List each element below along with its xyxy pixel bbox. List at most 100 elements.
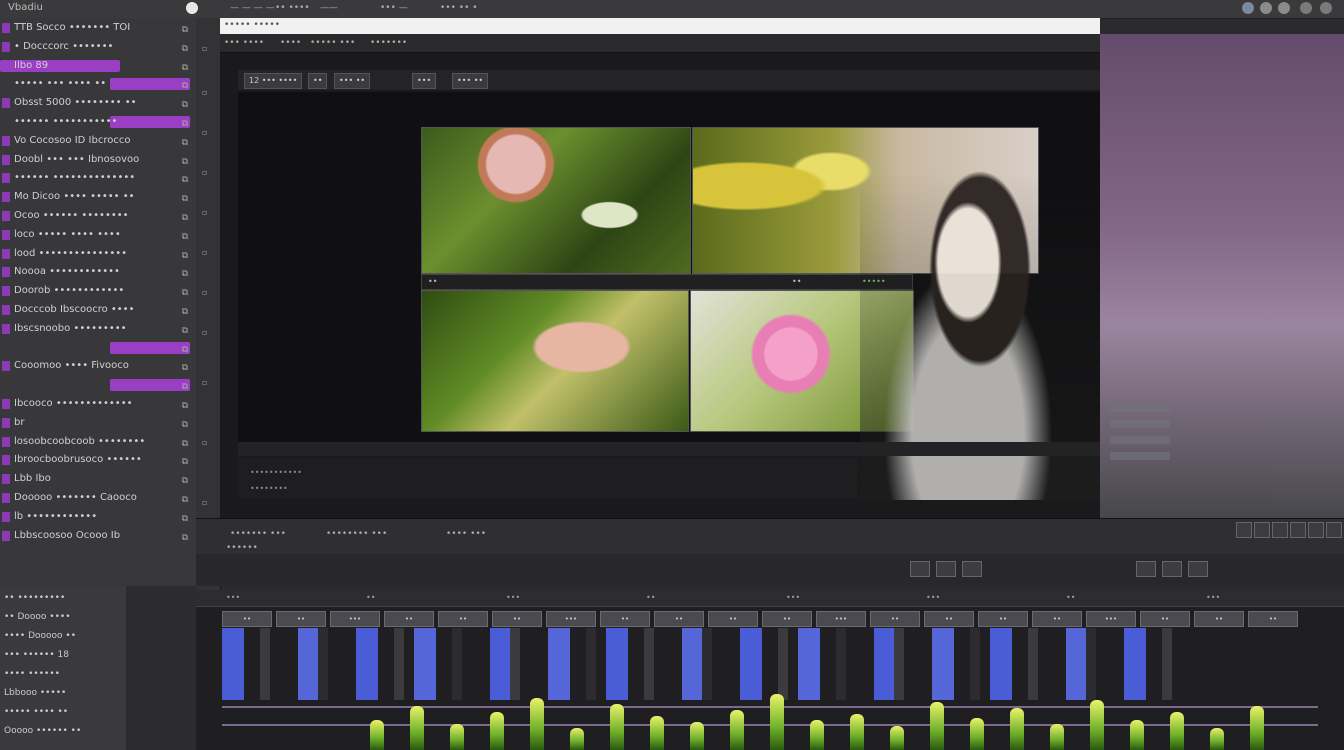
tool-button[interactable]: ••• •• — [334, 73, 371, 89]
property-row[interactable]: •••••• •••••••••••••• ⧉ — [0, 170, 192, 186]
video-track-segment[interactable] — [318, 628, 328, 700]
property-row[interactable]: • Docccorc ••••••• ⧉ — [0, 39, 192, 55]
row-option-icon[interactable]: ⧉ — [182, 210, 188, 224]
timeline-clip[interactable]: ••• — [546, 611, 596, 627]
window-control-icon[interactable] — [1242, 2, 1254, 14]
marker-button[interactable] — [962, 561, 982, 577]
row-option-icon[interactable]: ⧉ — [182, 41, 188, 55]
timeline-clip[interactable]: •• — [384, 611, 434, 627]
video-track-segment[interactable] — [932, 628, 954, 700]
row-option-icon[interactable]: ⧉ — [182, 323, 188, 337]
tool-icon[interactable] — [1308, 522, 1324, 538]
row-option-icon[interactable]: ⧉ — [182, 417, 188, 431]
timeline-clip[interactable]: ••• — [1086, 611, 1136, 627]
property-row[interactable]: ⧉ — [0, 377, 192, 393]
video-track-segment[interactable] — [260, 628, 270, 700]
property-value-bar[interactable] — [110, 341, 190, 354]
tool-button[interactable]: •• — [308, 73, 328, 89]
row-option-icon[interactable]: ⧉ — [182, 229, 188, 243]
zoom-button[interactable] — [1136, 561, 1156, 577]
tool-icon[interactable] — [1254, 522, 1270, 538]
timeline-clip[interactable]: •• — [924, 611, 974, 627]
zoom-button[interactable] — [1162, 561, 1182, 577]
video-track-segment[interactable] — [894, 628, 904, 700]
track-header-row[interactable]: Ooooo •••••• •• — [0, 723, 128, 739]
row-option-icon[interactable]: ⧉ — [182, 154, 188, 168]
row-option-icon[interactable]: ⧉ — [182, 342, 188, 356]
track-header-row[interactable]: ••• •••••• 18 — [0, 647, 128, 663]
video-track-segment[interactable] — [298, 628, 320, 700]
tool-button[interactable]: 12 ••• •••• — [244, 73, 303, 89]
timeline-clip[interactable]: •• — [276, 611, 326, 627]
play-button[interactable] — [910, 561, 930, 577]
zoom-button[interactable] — [1188, 561, 1208, 577]
timeline-clip[interactable]: •• — [1032, 611, 1082, 627]
timeline-clip[interactable]: •• — [600, 611, 650, 627]
video-track-segment[interactable] — [1028, 628, 1038, 700]
menu-item-3[interactable]: —— — [320, 3, 338, 13]
video-track-segment[interactable] — [452, 628, 462, 700]
timeline-clip[interactable]: •• — [654, 611, 704, 627]
video-track-segment[interactable] — [682, 628, 704, 700]
window-control-icon[interactable] — [1260, 2, 1272, 14]
timeline-clip[interactable]: •• — [762, 611, 812, 627]
video-track-segment[interactable] — [836, 628, 846, 700]
video-track-segment[interactable] — [1124, 628, 1146, 700]
property-row[interactable]: Doobl ••• ••• Ibnosovoo ⧉ — [0, 152, 192, 168]
property-row[interactable]: TTB Socco ••••••• TOI ⧉ — [0, 20, 192, 36]
timeline-clip[interactable]: •• — [978, 611, 1028, 627]
window-control-icon[interactable] — [186, 2, 198, 14]
tool-icon[interactable] — [1236, 522, 1252, 538]
property-row[interactable]: Vo Cocosoo ID Ibcrocco ⧉ — [0, 133, 192, 149]
video-track-segment[interactable] — [740, 628, 762, 700]
timeline-clip[interactable]: •• — [870, 611, 920, 627]
row-option-icon[interactable]: ⧉ — [182, 266, 188, 280]
property-row[interactable]: Ibscsnoobo ••••••••• ⧉ — [0, 321, 192, 337]
tool-button[interactable]: ••• •• — [452, 73, 489, 89]
video-track-segment[interactable] — [356, 628, 378, 700]
row-option-icon[interactable]: ⧉ — [182, 172, 188, 186]
tool-icon[interactable] — [1290, 522, 1306, 538]
property-row[interactable]: loco ••••• •••• •••• ⧉ — [0, 227, 192, 243]
menu-item-5[interactable]: ••• •• • — [440, 3, 478, 13]
row-option-icon[interactable]: ⧉ — [182, 530, 188, 544]
video-track-segment[interactable] — [970, 628, 980, 700]
timeline-clip[interactable]: ••• — [816, 611, 866, 627]
property-value-bar[interactable] — [110, 116, 190, 128]
timeline-clip[interactable]: •• — [492, 611, 542, 627]
property-value-bar[interactable] — [110, 379, 190, 392]
video-track-segment[interactable] — [548, 628, 570, 700]
row-option-icon[interactable]: ⧉ — [182, 436, 188, 450]
property-row[interactable]: Mo Dicoo •••• ••••• •• ⧉ — [0, 189, 192, 205]
property-row[interactable]: losoobcoobcoob •••••••• ⧉ — [0, 434, 192, 450]
property-row[interactable]: Docccob Ibscoocro •••• ⧉ — [0, 302, 192, 318]
property-row[interactable]: Cooomoo •••• Fivooco ⧉ — [0, 358, 192, 374]
timeline-clip[interactable]: •• — [1140, 611, 1190, 627]
tool-icon[interactable] — [1326, 522, 1342, 538]
window-control-icon[interactable] — [1278, 2, 1290, 14]
video-track-segment[interactable] — [586, 628, 596, 700]
video-track-segment[interactable] — [1162, 628, 1172, 700]
row-option-icon[interactable]: ⧉ — [182, 398, 188, 412]
track-header-row[interactable]: •• Doooo •••• — [0, 609, 128, 625]
viewer-address-bar[interactable]: ••••• ••••• — [220, 18, 1100, 34]
video-track-segment[interactable] — [644, 628, 654, 700]
menu-item-2[interactable]: •• •••• — [275, 3, 310, 13]
tab-2[interactable]: •••• — [280, 38, 301, 48]
row-option-icon[interactable]: ⧉ — [182, 97, 188, 111]
row-option-icon[interactable]: ⧉ — [182, 511, 188, 525]
property-row[interactable]: Obsst 5000 •••••••• •• ⧉ — [0, 95, 192, 111]
video-track-segment[interactable] — [414, 628, 436, 700]
property-row[interactable]: Lbb Ibo ⧉ — [0, 471, 192, 487]
video-track-segment[interactable] — [222, 628, 244, 700]
property-row[interactable]: Ilbo 89 ⧉ — [0, 58, 192, 74]
row-option-icon[interactable]: ⧉ — [182, 285, 188, 299]
row-option-icon[interactable]: ⧉ — [182, 135, 188, 149]
track-header-row[interactable]: ••••• •••• •• — [0, 704, 128, 720]
menu-item-1[interactable]: — — — — — [230, 3, 275, 13]
timeline-clip[interactable]: •• — [1248, 611, 1298, 627]
row-option-icon[interactable]: ⧉ — [182, 60, 188, 74]
property-row[interactable]: Ocoo •••••• •••••••• ⧉ — [0, 208, 192, 224]
timeline-clip[interactable]: ••• — [330, 611, 380, 627]
timeline-clip[interactable]: •• — [1194, 611, 1244, 627]
